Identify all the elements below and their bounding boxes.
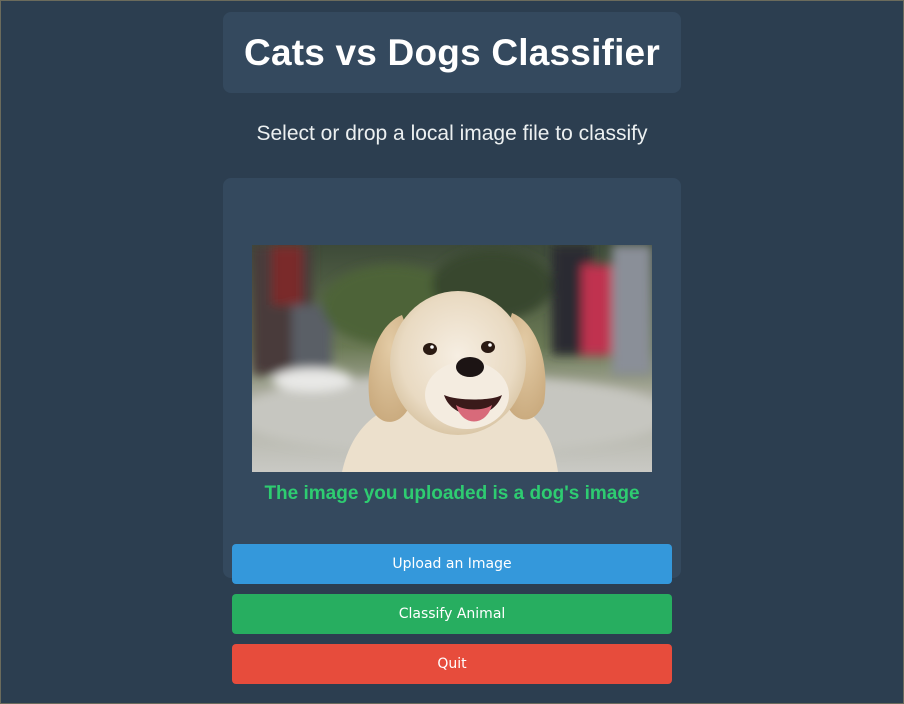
dog-photo xyxy=(252,245,652,472)
upload-image-button[interactable]: Upload an Image xyxy=(232,544,672,584)
uploaded-image-preview xyxy=(252,245,652,472)
instructions-text: Select or drop a local image file to cla… xyxy=(256,122,648,145)
quit-button[interactable]: Quit xyxy=(232,644,672,684)
classify-animal-button[interactable]: Classify Animal xyxy=(232,594,672,634)
page-title: Cats vs Dogs Classifier xyxy=(244,31,660,73)
title-card: Cats vs Dogs Classifier xyxy=(223,12,681,93)
classification-result: The image you uploaded is a dog's image xyxy=(264,483,640,504)
